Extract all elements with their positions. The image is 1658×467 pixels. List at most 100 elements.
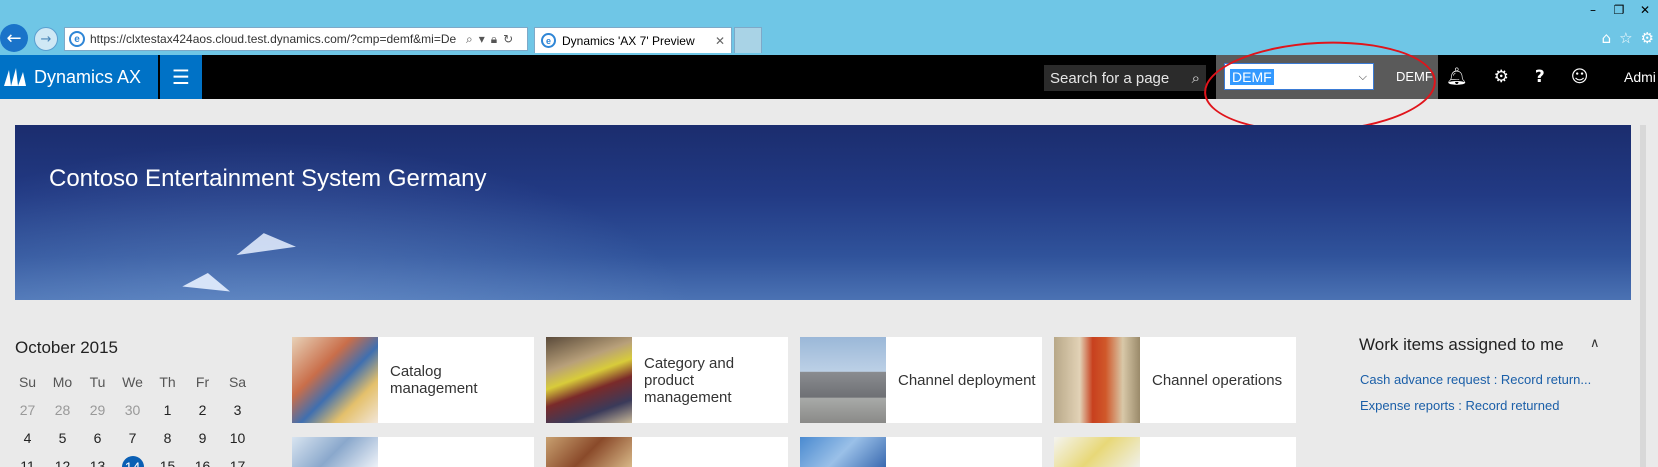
work-item-link[interactable]: Cash advance request : Record return...: [1360, 372, 1591, 387]
calendar-dow: Mo: [52, 374, 73, 390]
work-item-link[interactable]: Expense reports : Record returned: [1360, 398, 1559, 413]
calendar-day[interactable]: 11: [10, 456, 45, 467]
calendar-dow: Fr: [195, 374, 210, 390]
browser-tab[interactable]: e Dynamics 'AX 7' Preview ✕: [534, 27, 732, 53]
calendar-dow: We: [122, 374, 143, 390]
tile-image: [292, 437, 378, 467]
lock-icon[interactable]: 🔒︎: [491, 32, 497, 47]
calendar-day[interactable]: 2: [185, 400, 220, 420]
tab-title: Dynamics 'AX 7' Preview: [562, 33, 695, 48]
settings-gear-icon[interactable]: ⚙: [1641, 29, 1654, 47]
favorites-star-icon[interactable]: ☆: [1619, 29, 1632, 47]
address-url[interactable]: https://clxtestax424aos.cloud.test.dynam…: [90, 32, 462, 46]
calendar-day[interactable]: 8: [150, 428, 185, 448]
calendar-day[interactable]: 12: [45, 456, 80, 467]
tile-partial[interactable]: [292, 437, 534, 467]
dynamics-logo-icon: [4, 68, 26, 86]
tile-label: Catalog management: [390, 363, 478, 397]
paper-plane-graphic: [234, 228, 296, 256]
home-icon[interactable]: ⌂: [1602, 29, 1612, 47]
page-search[interactable]: Search for a page ⌕: [1044, 65, 1206, 91]
tile-image: [800, 437, 886, 467]
search-icon[interactable]: ⌕: [1192, 69, 1200, 87]
calendar-day[interactable]: 15: [150, 456, 185, 467]
calendar-day[interactable]: 4: [10, 428, 45, 448]
app-bar: Dynamics AX ☰ Search for a page ⌕ DEMF ⌵…: [0, 55, 1658, 99]
calendar-dow: Su: [18, 374, 37, 390]
company-title: Contoso Entertainment System Germany: [49, 165, 487, 192]
calendar-dow: Tu: [89, 374, 106, 390]
calendar-day[interactable]: 1: [150, 400, 185, 420]
calendar-day[interactable]: 3: [220, 400, 255, 420]
refresh-icon[interactable]: ↻: [503, 32, 513, 47]
calendar-dow: Th: [159, 374, 176, 390]
calendar-day[interactable]: 13: [80, 456, 115, 467]
smiley-feedback-icon[interactable]: ☺: [1571, 67, 1589, 87]
help-icon[interactable]: ?: [1535, 67, 1545, 87]
page-scrollbar[interactable]: [1640, 125, 1646, 467]
calendar-day[interactable]: 28: [45, 400, 80, 420]
bell-icon[interactable]: 🔔︎: [1446, 67, 1468, 87]
tile-catalog-management[interactable]: Catalog management: [292, 337, 534, 423]
calendar-dow: Sa: [228, 374, 247, 390]
calendar-grid: Su Mo Tu We Th Fr Sa 27 28 29 30 1 2 3 4…: [10, 372, 255, 467]
tile-channel-operations[interactable]: Channel operations: [1054, 337, 1296, 423]
dropdown-icon[interactable]: ▾: [479, 32, 485, 47]
minimize-button[interactable]: –: [1580, 0, 1606, 20]
window-controls: – ❐ ✕: [1580, 0, 1658, 20]
search-placeholder: Search for a page: [1050, 69, 1170, 87]
chevron-down-icon[interactable]: ⌵: [1359, 70, 1367, 84]
tile-channel-deployment[interactable]: Channel deployment: [800, 337, 1042, 423]
search-icon[interactable]: ⌕: [466, 32, 473, 47]
hero-banner: Contoso Entertainment System Germany: [15, 125, 1631, 300]
tile-image: [1054, 337, 1140, 423]
new-tab-button[interactable]: [734, 27, 762, 53]
tile-image: [546, 437, 632, 467]
brand-name: Dynamics AX: [34, 66, 142, 87]
calendar-today[interactable]: 14: [121, 456, 144, 467]
restore-button[interactable]: ❐: [1606, 0, 1632, 20]
calendar-day[interactable]: 16: [185, 456, 220, 467]
calendar-month: October 2015: [15, 338, 119, 357]
calendar-day[interactable]: 29: [80, 400, 115, 420]
browser-chrome: – ❐ ✕ ← → e https://clxtestax424aos.clou…: [0, 0, 1658, 55]
tile-category-product-management[interactable]: Category and product management: [546, 337, 788, 423]
calendar-day[interactable]: 17: [220, 456, 255, 467]
user-name[interactable]: Admi: [1624, 69, 1656, 85]
calendar-day[interactable]: 7: [115, 428, 150, 448]
calendar-day[interactable]: 5: [45, 428, 80, 448]
calendar-day[interactable]: 10: [220, 428, 255, 448]
close-tab-icon[interactable]: ✕: [715, 34, 725, 48]
ie-tab-icon: e: [541, 33, 556, 48]
chevron-up-icon[interactable]: ∧: [1590, 336, 1600, 351]
tile-image: [1054, 437, 1140, 467]
calendar-day[interactable]: 27: [10, 400, 45, 420]
back-arrow-icon[interactable]: ←: [0, 24, 28, 52]
calendar-day[interactable]: 6: [80, 428, 115, 448]
tile-partial[interactable]: [546, 437, 788, 467]
tile-partial[interactable]: [1054, 437, 1296, 467]
hamburger-menu-icon[interactable]: ☰: [160, 55, 202, 99]
forward-arrow-icon[interactable]: →: [34, 27, 58, 51]
close-window-button[interactable]: ✕: [1632, 0, 1658, 20]
tile-label: Channel deployment: [898, 371, 1036, 389]
address-bar[interactable]: e https://clxtestax424aos.cloud.test.dyn…: [64, 27, 528, 51]
calendar-day[interactable]: 9: [185, 428, 220, 448]
calendar-day[interactable]: 30: [115, 400, 150, 420]
tile-partial[interactable]: [800, 437, 1042, 467]
ie-icon: e: [69, 31, 85, 47]
browser-toolbar-icons: ⌂ ☆ ⚙: [1602, 29, 1658, 47]
company-select[interactable]: DEMF ⌵: [1224, 63, 1374, 90]
company-code: DEMF: [1396, 69, 1433, 84]
tile-image: [292, 337, 378, 423]
tile-image: [546, 337, 632, 423]
appbar-icons: 🔔︎ ⚙ ? ☺: [1446, 55, 1588, 99]
work-items-title: Work items assigned to me: [1359, 335, 1564, 354]
gear-icon[interactable]: ⚙: [1494, 67, 1509, 87]
tile-label: Category and product management: [644, 354, 735, 406]
brand[interactable]: Dynamics AX: [0, 55, 158, 99]
company-select-value: DEMF: [1230, 68, 1274, 85]
paper-plane-graphic: [182, 270, 232, 292]
tile-image: [800, 337, 886, 423]
tile-label: Channel operations: [1152, 371, 1283, 389]
